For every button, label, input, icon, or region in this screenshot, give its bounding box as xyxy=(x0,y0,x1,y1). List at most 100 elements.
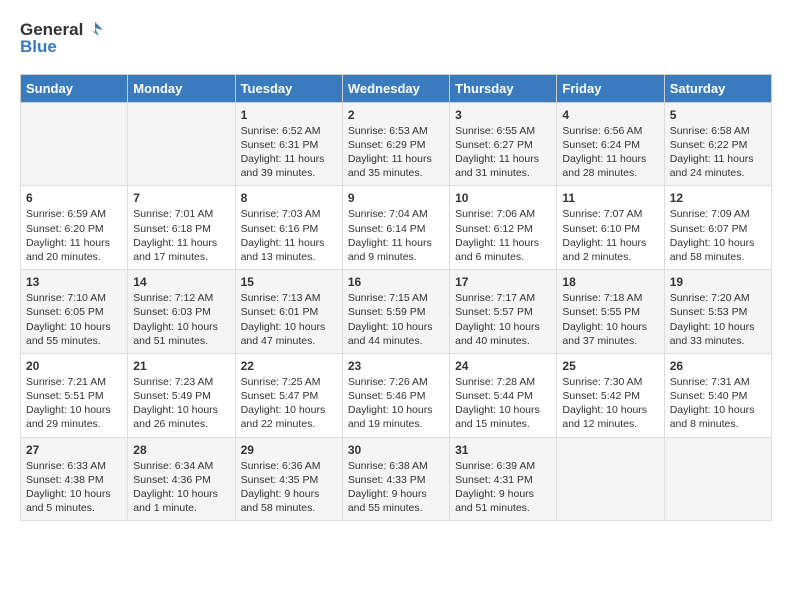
calendar-cell: 28 Sunrise: 6:34 AM Sunset: 4:36 PM Dayli… xyxy=(128,437,235,521)
day-number: 4 xyxy=(562,108,658,122)
day-content: Sunrise: 6:53 AM Sunset: 6:29 PM Dayligh… xyxy=(348,124,444,181)
day-content: Sunrise: 6:36 AM Sunset: 4:35 PM Dayligh… xyxy=(241,459,337,516)
calendar-cell: 29 Sunrise: 6:36 AM Sunset: 4:35 PM Dayli… xyxy=(235,437,342,521)
calendar-cell: 10 Sunrise: 7:06 AM Sunset: 6:12 PM Dayli… xyxy=(450,186,557,270)
calendar-cell: 6 Sunrise: 6:59 AM Sunset: 6:20 PM Daylig… xyxy=(21,186,128,270)
weekday-header-sunday: Sunday xyxy=(21,74,128,102)
day-content: Sunrise: 6:39 AM Sunset: 4:31 PM Dayligh… xyxy=(455,459,551,516)
day-content: Sunrise: 7:17 AM Sunset: 5:57 PM Dayligh… xyxy=(455,291,551,348)
day-content: Sunrise: 7:01 AM Sunset: 6:18 PM Dayligh… xyxy=(133,207,229,264)
day-number: 14 xyxy=(133,275,229,289)
calendar-cell: 7 Sunrise: 7:01 AM Sunset: 6:18 PM Daylig… xyxy=(128,186,235,270)
day-number: 6 xyxy=(26,191,122,205)
day-content: Sunrise: 7:23 AM Sunset: 5:49 PM Dayligh… xyxy=(133,375,229,432)
weekday-header-tuesday: Tuesday xyxy=(235,74,342,102)
day-number: 7 xyxy=(133,191,229,205)
day-number: 29 xyxy=(241,443,337,457)
logo-bird-icon xyxy=(85,20,105,40)
calendar-cell: 11Sunrise: 7:07 AM Sunset: 6:10 PM Dayli… xyxy=(557,186,664,270)
calendar-cell: 24 Sunrise: 7:28 AM Sunset: 5:44 PM Dayli… xyxy=(450,353,557,437)
day-content: Sunrise: 7:04 AM Sunset: 6:14 PM Dayligh… xyxy=(348,207,444,264)
day-content: Sunrise: 7:13 AM Sunset: 6:01 PM Dayligh… xyxy=(241,291,337,348)
day-number: 26 xyxy=(670,359,766,373)
week-row-1: 1 Sunrise: 6:52 AM Sunset: 6:31 PM Daylig… xyxy=(21,102,772,186)
day-content: Sunrise: 7:25 AM Sunset: 5:47 PM Dayligh… xyxy=(241,375,337,432)
weekday-header-wednesday: Wednesday xyxy=(342,74,449,102)
calendar-cell: 19Sunrise: 7:20 AM Sunset: 5:53 PM Dayli… xyxy=(664,270,771,354)
calendar-cell: 31 Sunrise: 6:39 AM Sunset: 4:31 PM Dayli… xyxy=(450,437,557,521)
calendar-cell: 23 Sunrise: 7:26 AM Sunset: 5:46 PM Dayli… xyxy=(342,353,449,437)
day-content: Sunrise: 6:55 AM Sunset: 6:27 PM Dayligh… xyxy=(455,124,551,181)
calendar-cell: 12Sunrise: 7:09 AM Sunset: 6:07 PM Dayli… xyxy=(664,186,771,270)
weekday-header-thursday: Thursday xyxy=(450,74,557,102)
calendar-cell: 8 Sunrise: 7:03 AM Sunset: 6:16 PM Daylig… xyxy=(235,186,342,270)
calendar-cell xyxy=(557,437,664,521)
calendar-cell xyxy=(21,102,128,186)
day-number: 2 xyxy=(348,108,444,122)
day-number: 3 xyxy=(455,108,551,122)
day-number: 8 xyxy=(241,191,337,205)
calendar-cell: 5 Sunrise: 6:58 AM Sunset: 6:22 PM Daylig… xyxy=(664,102,771,186)
day-number: 10 xyxy=(455,191,551,205)
calendar-cell: 4 Sunrise: 6:56 AM Sunset: 6:24 PM Daylig… xyxy=(557,102,664,186)
day-content: Sunrise: 6:34 AM Sunset: 4:36 PM Dayligh… xyxy=(133,459,229,516)
day-number: 23 xyxy=(348,359,444,373)
calendar-cell xyxy=(128,102,235,186)
day-content: Sunrise: 6:58 AM Sunset: 6:22 PM Dayligh… xyxy=(670,124,766,181)
day-number: 25 xyxy=(562,359,658,373)
day-content: Sunrise: 7:03 AM Sunset: 6:16 PM Dayligh… xyxy=(241,207,337,264)
calendar-cell: 18 Sunrise: 7:18 AM Sunset: 5:55 PM Dayli… xyxy=(557,270,664,354)
day-number: 21 xyxy=(133,359,229,373)
day-content: Sunrise: 7:21 AM Sunset: 5:51 PM Dayligh… xyxy=(26,375,122,432)
day-number: 15 xyxy=(241,275,337,289)
day-number: 18 xyxy=(562,275,658,289)
calendar-cell: 25Sunrise: 7:30 AM Sunset: 5:42 PM Dayli… xyxy=(557,353,664,437)
calendar-cell: 27 Sunrise: 6:33 AM Sunset: 4:38 PM Dayli… xyxy=(21,437,128,521)
day-number: 22 xyxy=(241,359,337,373)
calendar-cell: 2 Sunrise: 6:53 AM Sunset: 6:29 PM Daylig… xyxy=(342,102,449,186)
calendar-table: SundayMondayTuesdayWednesdayThursdayFrid… xyxy=(20,74,772,521)
day-number: 5 xyxy=(670,108,766,122)
day-content: Sunrise: 6:52 AM Sunset: 6:31 PM Dayligh… xyxy=(241,124,337,181)
weekday-header-row: SundayMondayTuesdayWednesdayThursdayFrid… xyxy=(21,74,772,102)
calendar-cell: 13Sunrise: 7:10 AM Sunset: 6:05 PM Dayli… xyxy=(21,270,128,354)
day-content: Sunrise: 7:28 AM Sunset: 5:44 PM Dayligh… xyxy=(455,375,551,432)
day-number: 28 xyxy=(133,443,229,457)
day-number: 1 xyxy=(241,108,337,122)
logo: General Blue xyxy=(20,20,105,58)
calendar-cell: 15 Sunrise: 7:13 AM Sunset: 6:01 PM Dayli… xyxy=(235,270,342,354)
day-number: 16 xyxy=(348,275,444,289)
day-content: Sunrise: 7:31 AM Sunset: 5:40 PM Dayligh… xyxy=(670,375,766,432)
day-content: Sunrise: 6:38 AM Sunset: 4:33 PM Dayligh… xyxy=(348,459,444,516)
calendar-cell: 14 Sunrise: 7:12 AM Sunset: 6:03 PM Dayli… xyxy=(128,270,235,354)
weekday-header-saturday: Saturday xyxy=(664,74,771,102)
day-content: Sunrise: 7:06 AM Sunset: 6:12 PM Dayligh… xyxy=(455,207,551,264)
week-row-5: 27 Sunrise: 6:33 AM Sunset: 4:38 PM Dayli… xyxy=(21,437,772,521)
day-number: 19 xyxy=(670,275,766,289)
calendar-cell: 1 Sunrise: 6:52 AM Sunset: 6:31 PM Daylig… xyxy=(235,102,342,186)
day-content: Sunrise: 7:26 AM Sunset: 5:46 PM Dayligh… xyxy=(348,375,444,432)
day-number: 31 xyxy=(455,443,551,457)
day-number: 9 xyxy=(348,191,444,205)
day-number: 24 xyxy=(455,359,551,373)
calendar-cell xyxy=(664,437,771,521)
day-content: Sunrise: 6:59 AM Sunset: 6:20 PM Dayligh… xyxy=(26,207,122,264)
day-content: Sunrise: 7:07 AM Sunset: 6:10 PM Dayligh… xyxy=(562,207,658,264)
day-content: Sunrise: 7:15 AM Sunset: 5:59 PM Dayligh… xyxy=(348,291,444,348)
calendar-cell: 16 Sunrise: 7:15 AM Sunset: 5:59 PM Dayli… xyxy=(342,270,449,354)
weekday-header-monday: Monday xyxy=(128,74,235,102)
day-number: 27 xyxy=(26,443,122,457)
calendar-cell: 26 Sunrise: 7:31 AM Sunset: 5:40 PM Dayli… xyxy=(664,353,771,437)
day-content: Sunrise: 7:09 AM Sunset: 6:07 PM Dayligh… xyxy=(670,207,766,264)
calendar-cell: 22 Sunrise: 7:25 AM Sunset: 5:47 PM Dayli… xyxy=(235,353,342,437)
week-row-3: 13Sunrise: 7:10 AM Sunset: 6:05 PM Dayli… xyxy=(21,270,772,354)
day-number: 20 xyxy=(26,359,122,373)
day-content: Sunrise: 7:18 AM Sunset: 5:55 PM Dayligh… xyxy=(562,291,658,348)
day-number: 13 xyxy=(26,275,122,289)
week-row-2: 6 Sunrise: 6:59 AM Sunset: 6:20 PM Daylig… xyxy=(21,186,772,270)
day-content: Sunrise: 7:12 AM Sunset: 6:03 PM Dayligh… xyxy=(133,291,229,348)
calendar-cell: 20 Sunrise: 7:21 AM Sunset: 5:51 PM Dayli… xyxy=(21,353,128,437)
day-content: Sunrise: 6:56 AM Sunset: 6:24 PM Dayligh… xyxy=(562,124,658,181)
logo-blue: Blue xyxy=(20,37,57,57)
day-content: Sunrise: 6:33 AM Sunset: 4:38 PM Dayligh… xyxy=(26,459,122,516)
